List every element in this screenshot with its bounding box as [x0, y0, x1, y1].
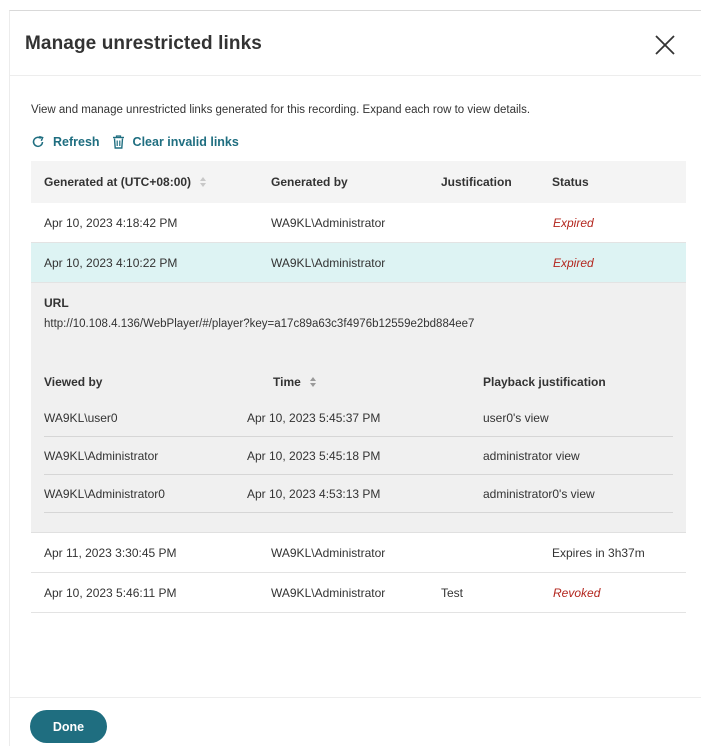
- done-button[interactable]: Done: [30, 710, 107, 743]
- refresh-label: Refresh: [53, 135, 100, 149]
- close-icon: [655, 35, 675, 55]
- header-viewed-by: Viewed by: [44, 375, 103, 389]
- table-row-selected[interactable]: Apr 10, 2023 4:10:22 PM WA9KL\Administra…: [31, 243, 686, 283]
- close-button[interactable]: [653, 33, 677, 57]
- links-table: Generated at (UTC+08:00) Generated by Ju…: [31, 161, 686, 613]
- row-details-panel: URL http://10.108.4.136/WebPlayer/#/play…: [31, 283, 686, 533]
- table-row[interactable]: Apr 11, 2023 3:30:45 PM WA9KL\Administra…: [31, 533, 686, 573]
- status-cell: Revoked: [553, 586, 601, 600]
- justification-cell: Test: [441, 586, 464, 600]
- generated-by-cell: WA9KL\Administrator: [271, 256, 386, 270]
- status-cell: Expires in 3h37m: [552, 546, 645, 560]
- links-table-header: Generated at (UTC+08:00) Generated by Ju…: [31, 161, 686, 203]
- time-cell: Apr 10, 2023 5:45:37 PM: [247, 411, 381, 425]
- dialog-footer-divider: [10, 697, 701, 698]
- generated-at-cell: Apr 11, 2023 3:30:45 PM: [44, 546, 177, 560]
- generated-by-cell: WA9KL\Administrator: [271, 586, 386, 600]
- viewed-by-cell: WA9KL\Administrator0: [44, 487, 165, 501]
- header-time-label: Time: [273, 375, 301, 389]
- generated-by-cell: WA9KL\Administrator: [271, 216, 386, 230]
- sort-icon: [200, 177, 207, 187]
- header-status: Status: [552, 175, 589, 189]
- generated-at-cell: Apr 10, 2023 4:18:42 PM: [44, 216, 178, 230]
- refresh-icon: [32, 135, 44, 148]
- time-cell: Apr 10, 2023 5:45:18 PM: [247, 449, 381, 463]
- list-item: WA9KL\Administrator0 Apr 10, 2023 4:53:1…: [44, 475, 673, 513]
- generated-at-cell: Apr 10, 2023 5:46:11 PM: [44, 586, 177, 600]
- viewed-by-cell: WA9KL\Administrator: [44, 449, 159, 463]
- clear-invalid-links-button[interactable]: Clear invalid links: [112, 135, 239, 149]
- generated-at-cell: Apr 10, 2023 4:10:22 PM: [44, 256, 178, 270]
- generated-by-cell: WA9KL\Administrator: [271, 546, 386, 560]
- status-cell: Expired: [553, 216, 594, 230]
- header-generated-at-label: Generated at (UTC+08:00): [44, 175, 192, 189]
- trash-icon: [112, 135, 124, 149]
- manage-links-dialog: Manage unrestricted links View and manag…: [9, 10, 701, 746]
- playback-justification-cell: user0's view: [483, 411, 549, 425]
- refresh-button[interactable]: Refresh: [31, 135, 100, 149]
- list-item: WA9KL\Administrator Apr 10, 2023 5:45:18…: [44, 437, 673, 475]
- action-bar: Refresh Clear invalid links: [31, 135, 251, 149]
- table-row[interactable]: Apr 10, 2023 4:18:42 PM WA9KL\Administra…: [31, 203, 686, 243]
- header-generated-at[interactable]: Generated at (UTC+08:00): [44, 175, 207, 189]
- list-item: WA9KL\user0 Apr 10, 2023 5:45:37 PM user…: [44, 399, 673, 437]
- header-time[interactable]: Time: [273, 375, 317, 389]
- clear-invalid-links-label: Clear invalid links: [132, 135, 239, 149]
- header-playback-justification: Playback justification: [483, 375, 606, 389]
- time-cell: Apr 10, 2023 4:53:13 PM: [247, 487, 381, 501]
- dialog-header: Manage unrestricted links: [10, 11, 701, 76]
- views-table: Viewed by Time Playback justification WA…: [44, 363, 673, 513]
- playback-justification-cell: administrator0's view: [483, 487, 595, 501]
- table-row[interactable]: Apr 10, 2023 5:46:11 PM WA9KL\Administra…: [31, 573, 686, 613]
- status-cell: Expired: [553, 256, 594, 270]
- url-value: http://10.108.4.136/WebPlayer/#/player?k…: [44, 318, 475, 330]
- header-generated-by: Generated by: [271, 175, 348, 189]
- viewed-by-cell: WA9KL\user0: [44, 411, 118, 425]
- playback-justification-cell: administrator view: [483, 449, 580, 463]
- sort-icon: [309, 377, 316, 387]
- header-justification: Justification: [441, 175, 512, 189]
- dialog-description: View and manage unrestricted links gener…: [31, 104, 531, 116]
- views-table-header: Viewed by Time Playback justification: [44, 363, 673, 399]
- dialog-title: Manage unrestricted links: [25, 33, 262, 54]
- url-label: URL: [44, 296, 69, 310]
